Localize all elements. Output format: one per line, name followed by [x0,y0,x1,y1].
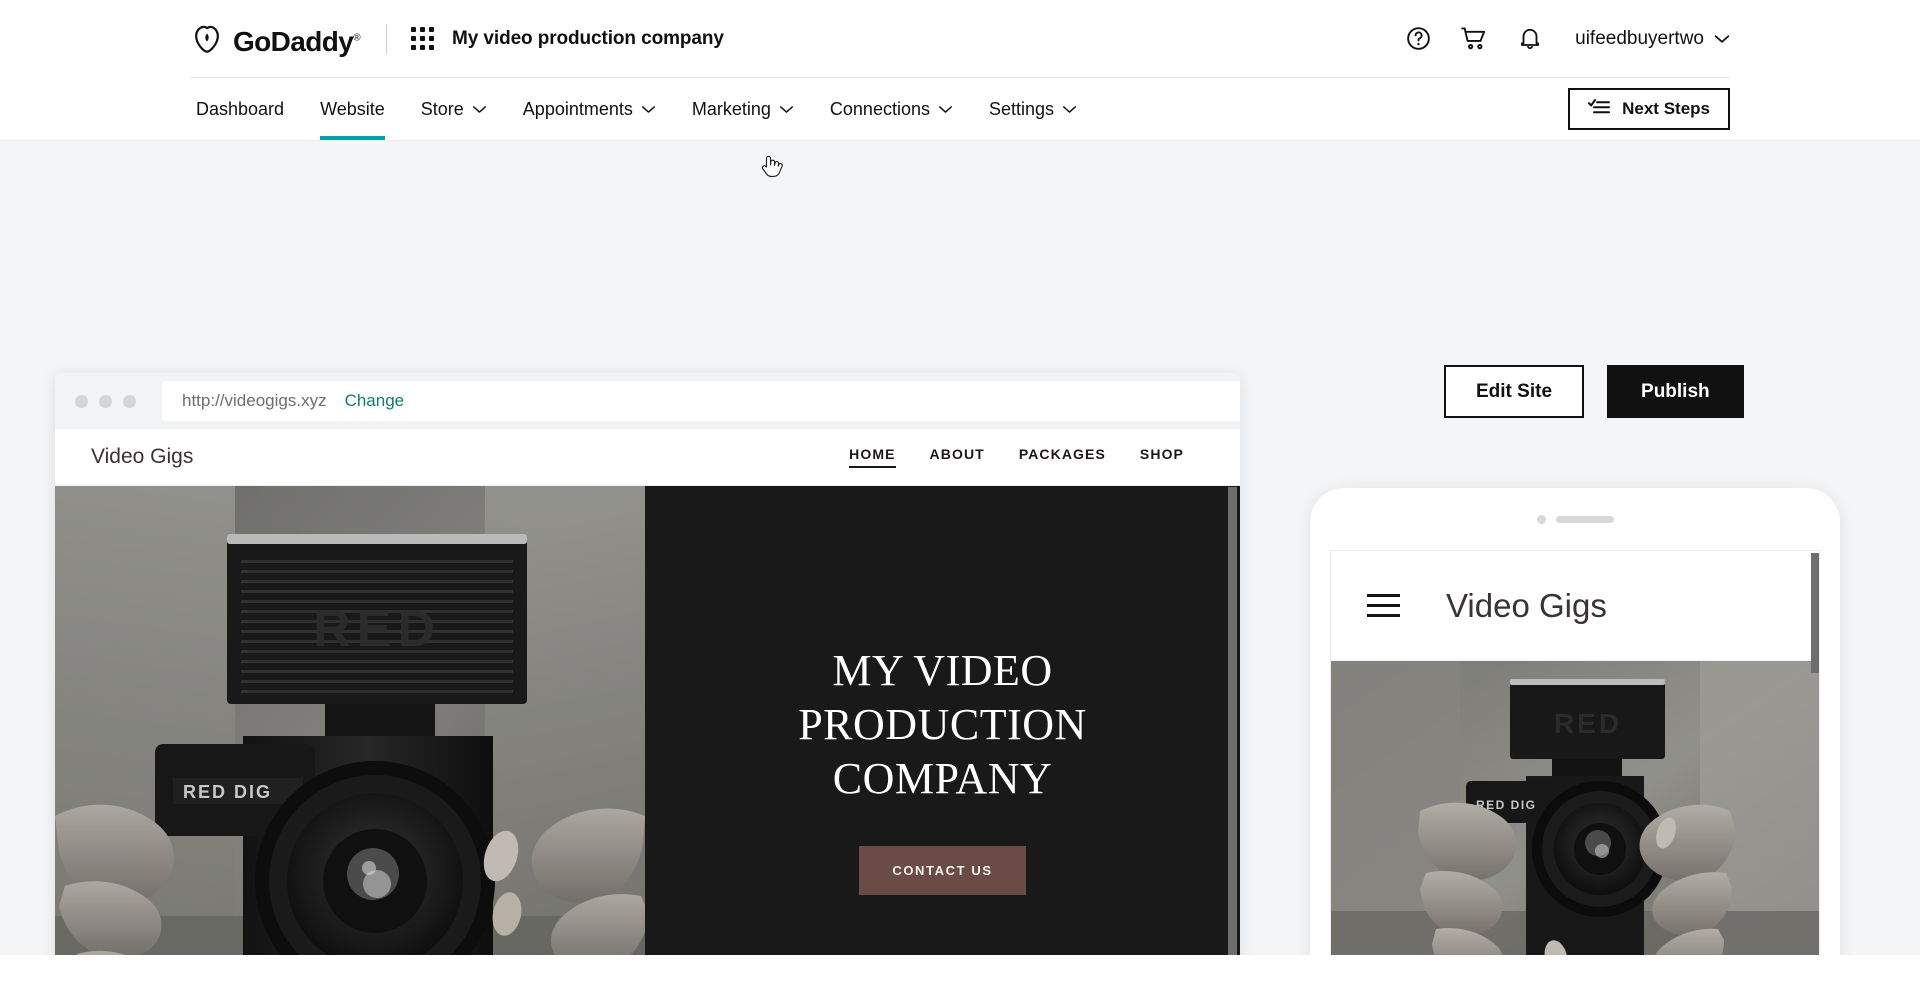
preview-site-nav: Video Gigs HOME ABOUT PACKAGES SHOP [55,429,1240,486]
chevron-down-icon [938,105,953,113]
edit-site-button[interactable]: Edit Site [1444,365,1585,418]
hero-title-line: COMPANY [832,753,1053,803]
change-domain-link[interactable]: Change [345,391,405,411]
venture-name[interactable]: My video production company [452,28,724,50]
nav-item-appointments[interactable]: Appointments [505,78,674,140]
site-link-home[interactable]: HOME [849,446,896,468]
nav-item-label: Website [320,98,385,119]
godaddy-logo-link[interactable]: GoDaddy® [190,22,361,57]
nav-item-dashboard[interactable]: Dashboard [190,78,302,140]
chevron-down-icon [641,105,655,113]
checklist-icon [1588,98,1611,121]
help-circle-icon[interactable] [1403,24,1433,54]
mobile-site-logo[interactable]: Video Gigs [1446,587,1607,625]
account-menu[interactable]: uifeedbuyertwo [1575,28,1730,50]
nav-active-underline [320,136,385,140]
shopping-cart-icon[interactable] [1459,24,1489,54]
nav-underline [208,136,284,140]
nav-item-label: Connections [829,98,930,119]
nav-item-website[interactable]: Website [302,78,403,140]
mobile-preview-screen: Video Gigs RED RED DIG [1330,550,1820,955]
hero-title-line: PRODUCTION [798,700,1087,750]
header-divider [386,23,388,54]
godaddy-wordmark: GoDaddy® [233,25,361,57]
main-nav-items: Dashboard Website Store Appointments Mar… [190,77,1730,140]
preview-site-logo[interactable]: Video Gigs [91,445,193,469]
publish-button[interactable]: Publish [1607,365,1744,418]
hamburger-menu-icon[interactable] [1367,594,1400,617]
nav-item-label: Dashboard [196,98,285,119]
hero-title-line: MY VIDEO [832,646,1053,696]
phone-speaker-icon [1310,515,1840,524]
nav-item-connections[interactable]: Connections [812,78,971,140]
preview-site-links: HOME ABOUT PACKAGES SHOP [849,446,1184,468]
browser-traffic-lights-icon [75,394,136,408]
hero-camera-photo: RED RED DIG [55,486,645,955]
app-grid-icon[interactable] [411,27,435,50]
notification-bell-icon[interactable] [1515,24,1545,54]
chevron-down-icon [779,105,793,113]
nav-item-label: Store [420,98,464,119]
nav-item-label: Appointments [522,98,633,119]
account-name: uifeedbuyertwo [1575,27,1704,49]
site-url: http://videogigs.xyz [182,391,327,410]
nav-item-label: Settings [988,98,1055,119]
browser-url-bar[interactable]: http://videogigs.xyz Change [162,381,1240,421]
mobile-hero-camera-photo: RED RED DIG [1331,661,1819,955]
hero-contact-us-button[interactable]: CONTACT US [859,845,1026,895]
trademark-symbol: ® [353,32,361,44]
site-action-buttons: Edit Site Publish [1444,365,1744,418]
godaddy-heart-logo-icon [190,22,224,56]
chevron-down-icon [472,105,486,113]
hero-title: MY VIDEO PRODUCTION COMPANY [798,644,1087,805]
hero-text-panel: MY VIDEO PRODUCTION COMPANY CONTACT US [645,486,1240,955]
nav-item-label: Marketing [691,98,771,119]
brand-block: GoDaddy® My video production company [190,22,724,56]
browser-chrome: http://videogigs.xyz Change [55,373,1240,429]
nav-item-marketing[interactable]: Marketing [674,78,812,140]
site-link-packages[interactable]: PACKAGES [1019,446,1106,468]
next-steps-label: Next Steps [1622,99,1710,118]
chevron-down-icon [1714,34,1730,43]
header-actions: uifeedbuyertwo [1403,24,1730,54]
mobile-preview-card: Video Gigs RED RED DIG [1310,488,1840,955]
app-header: GoDaddy® My video production company uif… [0,0,1920,77]
site-link-about[interactable]: ABOUT [930,446,985,468]
nav-item-store[interactable]: Store [403,78,505,140]
next-steps-button[interactable]: Next Steps [1568,88,1730,130]
preview-hero: RED RED DIG MY VIDEO PRODUCTION COMPANY … [55,486,1240,955]
preview-stage: http://videogigs.xyz Change Video Gigs H… [0,141,1920,955]
mobile-site-nav: Video Gigs [1331,551,1819,661]
main-nav: Dashboard Website Store Appointments Mar… [0,77,1920,177]
desktop-preview-card: http://videogigs.xyz Change Video Gigs H… [55,373,1240,955]
site-link-shop[interactable]: SHOP [1140,446,1184,468]
desktop-preview-scrollbar[interactable] [1228,487,1237,955]
nav-item-settings[interactable]: Settings [971,78,1095,140]
mobile-preview-scrollbar[interactable] [1811,553,1819,673]
chevron-down-icon [1063,105,1077,113]
